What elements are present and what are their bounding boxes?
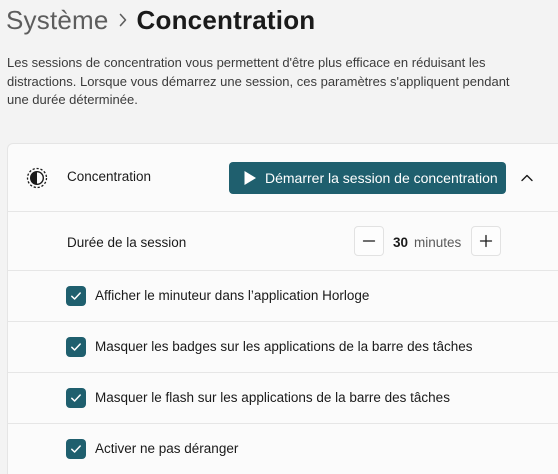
breadcrumb: Système Concentration (6, 2, 315, 38)
checkmark-icon (71, 292, 81, 300)
focus-card-title: Concentration (67, 169, 152, 184)
focus-icon (25, 166, 49, 190)
breadcrumb-parent-link[interactable]: Système (6, 5, 109, 36)
show-timer-label: Afficher le minuteur dans l’application … (95, 288, 370, 303)
page-description: Les sessions de concentration vous perme… (7, 55, 510, 107)
plus-icon (479, 234, 493, 248)
focus-settings-card: Concentration Démarrer la session de con… (7, 143, 558, 474)
start-focus-session-label: Démarrer la session de concentration (265, 170, 498, 186)
session-duration-unit: minutes (414, 235, 462, 250)
checkmark-icon (71, 343, 81, 351)
hide-badges-checkbox[interactable] (66, 337, 86, 357)
option-row-hide-badges: Masquer les badges sur les applications … (8, 321, 558, 372)
hide-flashing-checkbox[interactable] (66, 388, 86, 408)
page-title: Concentration (136, 4, 316, 35)
checkmark-icon (71, 445, 81, 453)
do-not-disturb-checkbox[interactable] (66, 439, 86, 459)
start-focus-session-button[interactable]: Démarrer la session de concentration (229, 162, 506, 194)
minus-icon (362, 240, 376, 242)
session-duration-value: 30 (393, 235, 409, 250)
checkmark-icon (71, 394, 81, 402)
chevron-up-icon[interactable] (520, 171, 534, 185)
show-timer-checkbox[interactable] (66, 286, 86, 306)
session-duration-row: Durée de la session 30 minutes (8, 211, 558, 270)
do-not-disturb-label: Activer ne pas déranger (95, 441, 239, 456)
option-row-hide-flashing: Masquer le flash sur les applications de… (8, 372, 558, 423)
settings-page: Système Concentration Les sessions de co… (0, 0, 558, 474)
session-duration-label: Durée de la session (67, 235, 187, 250)
option-row-do-not-disturb: Activer ne pas déranger (8, 423, 558, 474)
chevron-right-icon (109, 13, 137, 27)
play-icon (244, 171, 256, 185)
hide-badges-label: Masquer les badges sur les applications … (95, 339, 473, 354)
option-row-show-timer: Afficher le minuteur dans l’application … (8, 270, 558, 321)
focus-card-header[interactable]: Concentration Démarrer la session de con… (8, 144, 558, 210)
decrease-duration-button[interactable] (354, 226, 384, 256)
hide-flashing-label: Masquer le flash sur les applications de… (95, 390, 450, 405)
increase-duration-button[interactable] (471, 226, 501, 256)
